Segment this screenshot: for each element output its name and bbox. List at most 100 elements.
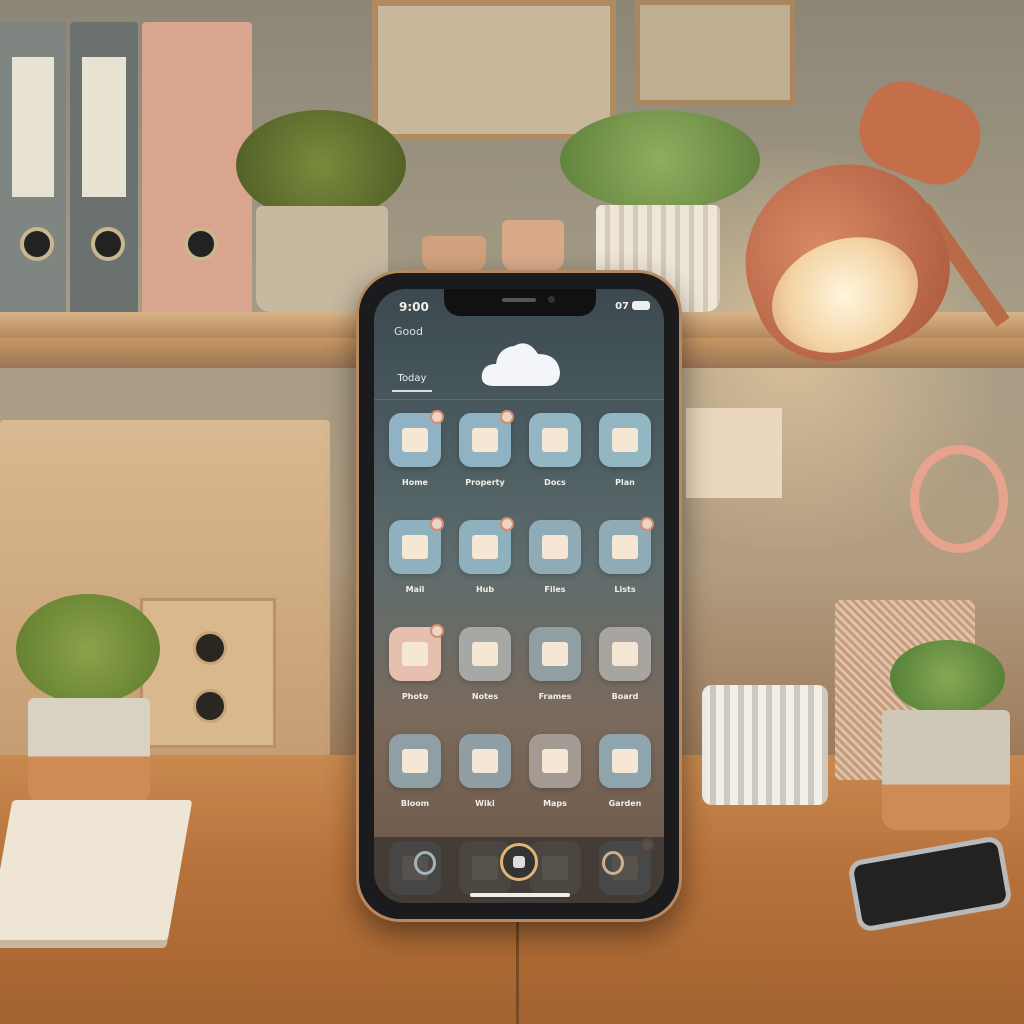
app-document[interactable]: Docs [529, 413, 581, 500]
document-glyph [542, 428, 568, 452]
ledger-icon[interactable] [529, 520, 581, 574]
map-glyph [542, 749, 568, 773]
binder [70, 22, 138, 314]
leaf-icon[interactable] [599, 734, 651, 788]
plant [236, 110, 406, 220]
app-flower[interactable]: Bloom [389, 734, 441, 821]
status-signal: 07 [615, 301, 629, 312]
notepad-icon[interactable] [599, 627, 651, 681]
note-icon[interactable] [459, 627, 511, 681]
map-icon[interactable] [529, 734, 581, 788]
drawer-knob [193, 631, 227, 665]
envelope-icon[interactable] [389, 517, 444, 574]
app-house-check[interactable]: Home [389, 410, 444, 500]
app-label: Property [465, 478, 505, 487]
app-ledger[interactable]: Files [529, 520, 581, 607]
ledger-glyph [542, 535, 568, 559]
leaf-glyph [612, 749, 638, 773]
app-book[interactable]: Wiki [459, 734, 511, 821]
app-grid: Home Property Docs Plan Mail Hub Files Lists Pho… [389, 410, 655, 903]
app-label: Notes [471, 692, 499, 701]
app-note[interactable]: Notes [459, 627, 511, 714]
book-glyph [472, 749, 498, 773]
front-camera [548, 296, 555, 303]
table-glyph [612, 535, 638, 559]
camera-glyph [402, 642, 428, 666]
app-label: Hub [475, 585, 495, 594]
drawer-knob [193, 689, 227, 723]
app-label: Photo [401, 692, 429, 701]
app-label: Home [402, 478, 428, 487]
app-label: Files [544, 585, 566, 594]
cloud-icon[interactable] [480, 336, 562, 388]
house-check-glyph [402, 428, 428, 452]
app-label: Docs [544, 478, 566, 487]
vase [502, 220, 564, 272]
list-icon[interactable] [599, 413, 651, 467]
flower-icon[interactable] [389, 734, 441, 788]
app-house[interactable]: Hub [459, 517, 514, 607]
plant-pot [882, 710, 1010, 830]
app-notepad[interactable]: Board [599, 627, 651, 714]
app-table[interactable]: Lists [599, 517, 654, 607]
greeting-text: Good [394, 325, 423, 338]
app-camera[interactable]: Photo [389, 624, 444, 714]
battery-icon [632, 301, 650, 310]
compass-icon[interactable] [602, 851, 624, 875]
app-label: Maps [543, 799, 567, 808]
plant-pot [28, 698, 150, 804]
notification-badge [500, 410, 514, 424]
notification-badge [500, 517, 514, 531]
location-icon[interactable] [414, 851, 436, 875]
table-icon[interactable] [599, 517, 654, 574]
divider [374, 399, 664, 400]
house-glyph [472, 535, 498, 559]
notification-badge [430, 517, 444, 531]
spiral-notebook [0, 800, 193, 940]
notification-badge [430, 624, 444, 638]
tab-today[interactable]: Today [392, 373, 432, 392]
wall-picture-frame [635, 0, 795, 105]
plant [560, 110, 760, 210]
speaker [502, 298, 536, 302]
house-icon[interactable] [459, 517, 514, 574]
camera-icon[interactable] [389, 624, 444, 681]
drawer [140, 598, 276, 748]
notification-badge [640, 517, 654, 531]
succulent [890, 640, 1005, 715]
phone-screen: 9:00 07 Good Today Home Property Docs Plan M… [374, 289, 664, 903]
binder [0, 22, 66, 314]
desk-seam [516, 920, 519, 1024]
moss-plant [16, 594, 160, 704]
list-glyph [612, 428, 638, 452]
app-list[interactable]: Plan [599, 413, 651, 500]
home-indicator[interactable] [470, 893, 570, 897]
clip-holder [702, 685, 828, 805]
app-envelope[interactable]: Mail [389, 517, 444, 607]
notification-badge [430, 410, 444, 424]
app-leaf[interactable]: Garden [599, 734, 651, 821]
app-label: Garden [608, 799, 642, 808]
app-label: Wiki [475, 799, 495, 808]
app-map[interactable]: Maps [529, 734, 581, 821]
scissors [910, 445, 1008, 553]
book-icon[interactable] [459, 734, 511, 788]
house-check-icon[interactable] [389, 410, 444, 467]
app-label: Board [611, 692, 639, 701]
house-icon[interactable] [459, 410, 514, 467]
flower-glyph [402, 749, 428, 773]
smartphone: 9:00 07 Good Today Home Property Docs Plan M… [356, 270, 682, 922]
plant-pot [422, 236, 486, 272]
document-icon[interactable] [529, 413, 581, 467]
frame-glyph [542, 642, 568, 666]
app-label: Frames [538, 692, 572, 701]
app-label: Lists [614, 585, 636, 594]
notepad-glyph [612, 642, 638, 666]
app-label: Mail [405, 585, 425, 594]
frame-icon[interactable] [529, 627, 581, 681]
home-button-icon[interactable] [500, 843, 538, 881]
wall-note [686, 408, 782, 498]
dock [374, 837, 664, 903]
app-frame[interactable]: Frames [529, 627, 581, 714]
app-house[interactable]: Property [459, 410, 514, 500]
